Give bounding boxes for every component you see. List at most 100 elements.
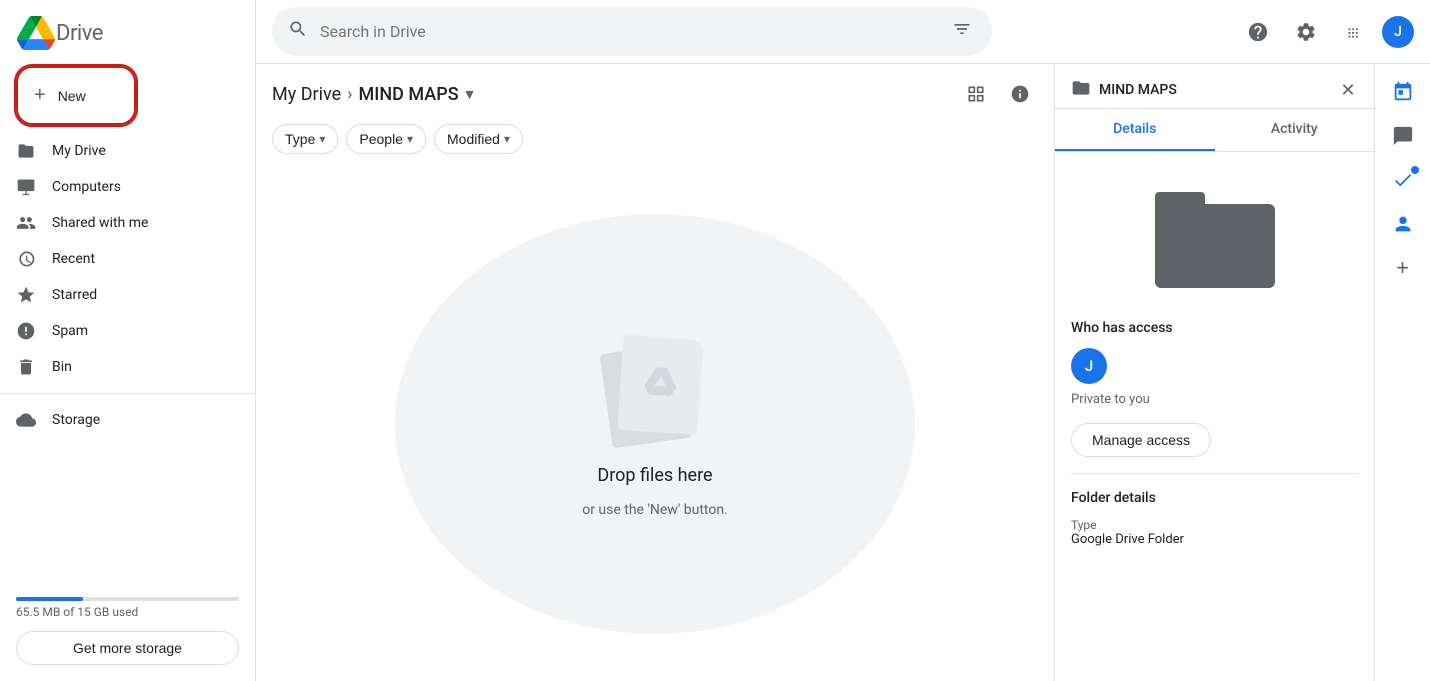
grid-view-button[interactable]	[958, 76, 994, 112]
sidebar-item-bin[interactable]: Bin	[0, 349, 239, 385]
chat-app-button[interactable]	[1383, 116, 1423, 156]
panel-header: MIND MAPS ✕	[1055, 64, 1374, 109]
panel-folder-icon	[1071, 78, 1091, 103]
search-input[interactable]	[320, 22, 936, 41]
spam-icon	[16, 321, 36, 341]
filters: Type ▾ People ▾ Modified ▾	[256, 120, 1054, 166]
tasks-app-button[interactable]	[1383, 160, 1423, 200]
drop-circle: Drop files here or use the 'New' button.	[395, 214, 915, 634]
storage-bar-bg	[16, 597, 239, 601]
header-actions: J	[1238, 12, 1414, 52]
drop-files-title: Drop files here	[597, 465, 712, 486]
help-button[interactable]	[1238, 12, 1278, 52]
sidebar-item-storage[interactable]: Storage	[0, 402, 239, 438]
folder-image	[1155, 192, 1275, 288]
type-filter-chevron: ▾	[319, 132, 325, 146]
apps-button[interactable]	[1334, 12, 1374, 52]
shared-icon	[16, 213, 36, 233]
panel-folder-name: MIND MAPS	[1099, 82, 1322, 98]
people-filter-chevron: ▾	[407, 132, 413, 146]
contacts-app-button[interactable]	[1383, 204, 1423, 244]
folder-body	[1155, 204, 1275, 288]
detail-type: Type Google Drive Folder	[1071, 518, 1358, 547]
sidebar-item-shared-label: Shared with me	[52, 215, 148, 231]
sidebar-item-recent-label: Recent	[52, 251, 95, 267]
tab-activity[interactable]: Activity	[1215, 109, 1375, 151]
drive-logo-icon	[16, 16, 56, 50]
top-header: J	[256, 0, 1430, 64]
my-drive-icon	[16, 141, 36, 161]
sidebar-item-my-drive[interactable]: My Drive	[0, 133, 239, 169]
modified-filter-chevron: ▾	[504, 132, 510, 146]
nav-list: My Drive Computers Shared with me Recent…	[0, 133, 255, 438]
search-filter-button[interactable]	[948, 15, 976, 48]
folder-preview	[1071, 192, 1358, 288]
manage-access-button[interactable]: Manage access	[1071, 423, 1211, 457]
modified-filter[interactable]: Modified ▾	[434, 124, 523, 154]
storage-icon	[16, 410, 36, 430]
type-label: Type	[1071, 518, 1358, 532]
panel-body: Who has access J Private to you Manage a…	[1055, 152, 1374, 681]
sidebar-item-spam-label: Spam	[52, 323, 88, 339]
drop-files-subtitle: or use the 'New' button.	[582, 502, 728, 518]
sidebar-item-bin-label: Bin	[52, 359, 72, 375]
sidebar-item-shared-with-me[interactable]: Shared with me	[0, 205, 239, 241]
sidebar-item-computers[interactable]: Computers	[0, 169, 239, 205]
storage-section: 65.5 MB of 15 GB used Get more storage	[0, 581, 255, 673]
details-panel: MIND MAPS ✕ Details Activity	[1054, 64, 1374, 681]
settings-button[interactable]	[1286, 12, 1326, 52]
new-button-wrapper: + New	[0, 66, 255, 133]
toolbar: My Drive › MIND MAPS ▼	[256, 64, 1054, 120]
private-text: Private to you	[1071, 392, 1358, 407]
folder-details-title: Folder details	[1071, 490, 1358, 506]
info-button[interactable]	[1002, 76, 1038, 112]
sidebar-item-my-drive-label: My Drive	[52, 143, 106, 159]
add-apps-button[interactable]: +	[1383, 248, 1423, 288]
app-name: Drive	[56, 21, 103, 46]
tasks-badge	[1411, 166, 1419, 174]
drop-zone: Drop files here or use the 'New' button.	[256, 166, 1054, 681]
sidebar-item-spam[interactable]: Spam	[0, 313, 239, 349]
sidebar-divider	[0, 393, 255, 394]
new-button[interactable]: + New	[16, 66, 136, 125]
get-more-storage-button[interactable]: Get more storage	[16, 631, 239, 665]
sidebar-header: Drive	[0, 8, 255, 66]
new-button-label: New	[58, 88, 86, 104]
storage-bar-fill	[16, 597, 83, 601]
main-content: J My Drive › MIND MAPS ▼	[256, 0, 1430, 681]
breadcrumb-current: MIND MAPS ▼	[359, 84, 477, 105]
type-filter[interactable]: Type ▾	[272, 124, 338, 154]
file-browser: My Drive › MIND MAPS ▼	[256, 64, 1054, 681]
paper-front	[617, 334, 703, 434]
drop-files-icon	[595, 329, 715, 449]
computers-icon	[16, 177, 36, 197]
access-user: J	[1071, 348, 1358, 384]
calendar-app-button[interactable]	[1383, 72, 1423, 112]
panel-divider	[1071, 473, 1358, 474]
sidebar-item-storage-label: Storage	[52, 412, 100, 428]
content-area: My Drive › MIND MAPS ▼	[256, 64, 1430, 681]
sidebar: Drive + New My Drive Computers Shared wi…	[0, 0, 256, 681]
search-icon	[288, 19, 308, 44]
sidebar-item-starred[interactable]: Starred	[0, 277, 239, 313]
sidebar-item-starred-label: Starred	[52, 287, 97, 303]
search-bar[interactable]	[272, 7, 992, 56]
toolbar-actions	[958, 76, 1038, 112]
panel-close-button[interactable]: ✕	[1330, 72, 1366, 108]
people-filter[interactable]: People ▾	[346, 124, 426, 154]
panel-tabs: Details Activity	[1055, 109, 1374, 152]
sidebar-item-recent[interactable]: Recent	[0, 241, 239, 277]
starred-icon	[16, 285, 36, 305]
who-has-access-label: Who has access	[1071, 320, 1358, 336]
storage-text: 65.5 MB of 15 GB used	[16, 605, 239, 619]
tab-details[interactable]: Details	[1055, 109, 1215, 151]
breadcrumb-chevron-icon[interactable]: ▼	[463, 86, 477, 103]
right-sidebar-icons: +	[1374, 64, 1430, 681]
bin-icon	[16, 357, 36, 377]
breadcrumb-parent[interactable]: My Drive	[272, 84, 341, 105]
breadcrumb-separator: ›	[347, 84, 352, 105]
drive-logo-mini	[643, 366, 677, 403]
plus-icon: +	[34, 84, 46, 107]
breadcrumb: My Drive › MIND MAPS ▼	[272, 84, 476, 105]
user-avatar[interactable]: J	[1382, 16, 1414, 48]
